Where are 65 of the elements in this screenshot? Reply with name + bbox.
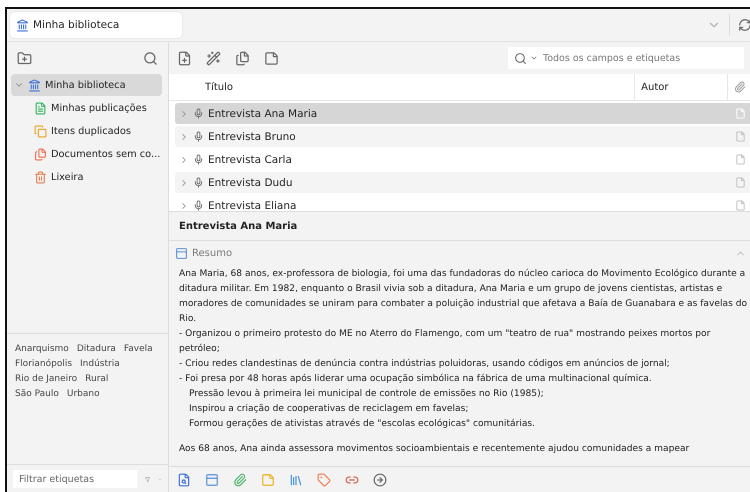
microphone-icon <box>193 108 204 119</box>
tag-label[interactable]: Anarquismo <box>15 344 69 354</box>
item-title: Entrevista Ana Maria <box>169 211 750 241</box>
magic-wand-icon[interactable] <box>206 50 221 66</box>
item-row[interactable]: Entrevista Dudu <box>175 172 750 193</box>
add-attachment-icon[interactable] <box>235 50 250 66</box>
search-icon <box>514 52 527 64</box>
abstract-text: Aos 68 anos, Ana ainda assessora movimentos socioambientais e recentemente ajudou comunidades a mapear <box>179 443 690 456</box>
documents-icon <box>34 148 47 160</box>
microphone-icon <box>193 154 204 165</box>
tag-label[interactable]: Rural <box>85 374 108 384</box>
tag-label[interactable]: Indústria <box>80 359 120 369</box>
column-header[interactable]: Autor <box>635 74 728 100</box>
caret-icon <box>530 54 538 62</box>
file-icon <box>735 200 746 211</box>
tag-filter-field[interactable]: Filtrar etiquetas <box>13 470 137 488</box>
collection-item[interactable]: Minhas publicações <box>11 97 162 119</box>
collection-item[interactable]: Documentos sem co... <box>11 143 162 165</box>
microphone-icon <box>193 177 204 188</box>
document-icon <box>34 102 47 114</box>
abstract-text: Inspirou a criação de cooperativas de reciclagem em favelas; <box>188 403 470 416</box>
abstract-icon <box>175 246 188 260</box>
attachment-icon[interactable] <box>233 473 247 487</box>
abstract-icon[interactable] <box>205 473 219 487</box>
file-icon <box>735 154 746 165</box>
collection-item[interactable]: Lixeira <box>11 166 162 188</box>
info-icon[interactable] <box>177 473 191 487</box>
tag-label[interactable]: Rio de Janeiro <box>15 374 78 384</box>
tag-icon[interactable] <box>317 473 331 487</box>
tag-label[interactable]: Favela <box>124 344 153 354</box>
sync-icon[interactable] <box>738 18 750 32</box>
abstract-text: Ana Maria, 68 anos, ex-professora de biologia, foi uma das fundadoras do núcleo carioca do Movimento Ecológico durante a ditadura militar. Em 1982, enquanto o Brasil vivia sob a ditadura, Ana Maria e um grupo de jovens cientistas, artistas e moradores de comunidades se uniram para combater a poluição industrial que afetava a Baía de Guanabara e as favelas do Rio. <box>179 268 748 326</box>
note-icon[interactable] <box>264 50 279 66</box>
new-item-icon[interactable] <box>177 50 192 66</box>
abstract-text: Pressão levou à primeira lei municipal de controle de emissões no Rio (1985); <box>188 388 545 401</box>
library-icon <box>28 78 41 92</box>
abstract-text: Formou gerações de ativistas através de "escolas ecológicas" comunitárias. <box>188 418 536 431</box>
new-collection-icon[interactable] <box>17 50 32 66</box>
library-icon <box>16 18 29 32</box>
tag-label[interactable]: Urbano <box>66 389 100 399</box>
file-icon <box>735 108 746 119</box>
microphone-icon <box>193 131 204 142</box>
tag-label[interactable]: Ditadura <box>76 344 116 354</box>
search-icon[interactable] <box>143 50 158 66</box>
collection-item[interactable]: Minha biblioteca <box>11 74 162 96</box>
library-tab[interactable]: Minha biblioteca <box>10 12 182 38</box>
tag-label[interactable]: São Paulo <box>15 389 59 399</box>
file-icon <box>735 131 746 142</box>
section-title: Resumo <box>192 248 232 258</box>
file-icon <box>735 177 746 188</box>
microphone-icon <box>193 200 204 211</box>
attachment-icon <box>734 81 746 93</box>
library-icon[interactable] <box>289 473 303 487</box>
locate-icon[interactable] <box>373 473 387 487</box>
tag-label[interactable]: Florianópolis <box>15 359 72 369</box>
duplicate-icon <box>34 124 47 138</box>
column-header[interactable]: Título <box>169 74 636 100</box>
trash-icon <box>34 170 47 184</box>
abstract-text: - Foi presa por 48 horas após liderar uma ocupação simbólica na fábrica de uma multinacional química. <box>179 372 653 386</box>
item-row[interactable]: Entrevista Ana Maria <box>175 103 750 124</box>
abstract-text: - Criou redes clandestinas de denúncia contra indústrias poluidoras, usando códigos em anúncios de jornal; <box>179 358 671 371</box>
abstract-text: - Organizou o primeiro protesto do ME no Aterro do Flamengo, com um "teatro de rua" mostrando peixes mortos por petróleo; <box>179 328 712 356</box>
item-row[interactable]: Entrevista Bruno <box>175 126 750 147</box>
search-field[interactable]: Todos os campos e etiquetas <box>508 47 744 69</box>
collection-item[interactable]: Itens duplicados <box>11 120 162 142</box>
